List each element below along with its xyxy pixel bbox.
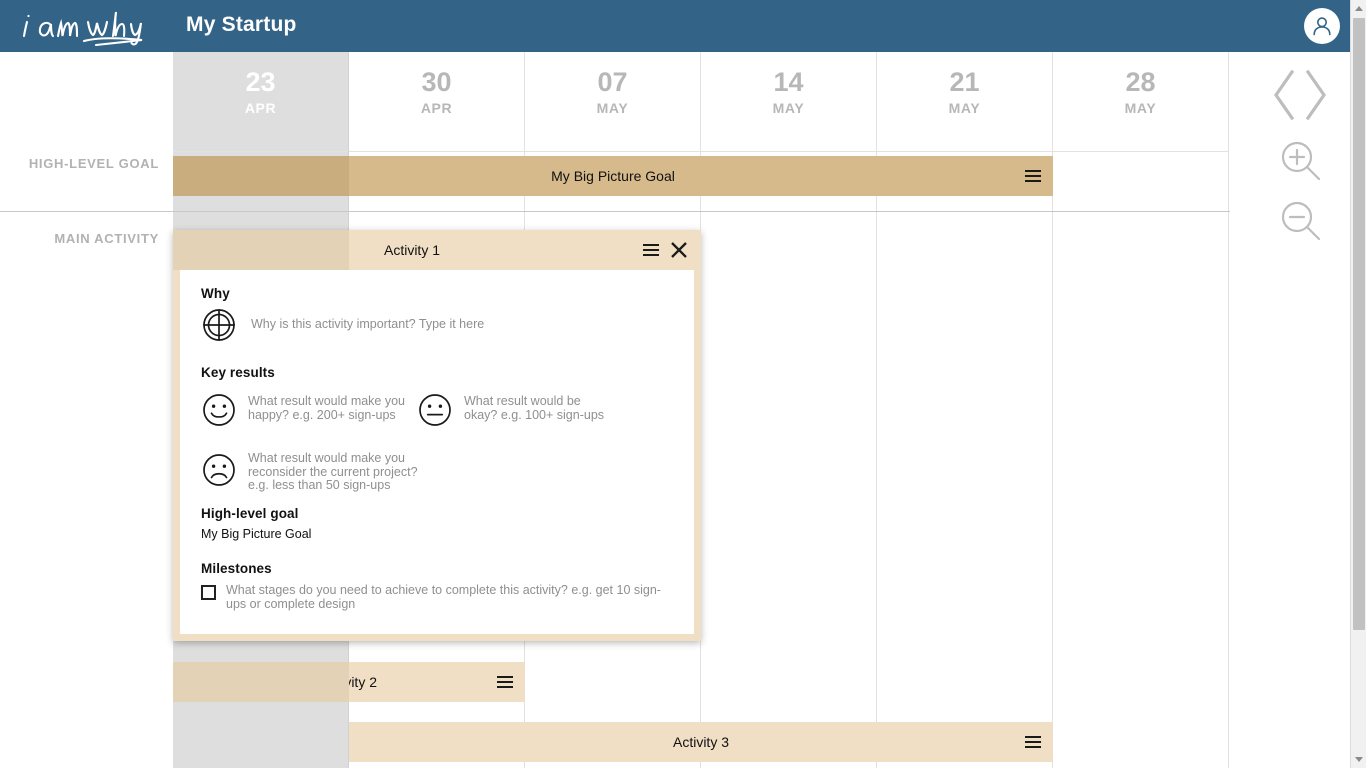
sad-face-icon bbox=[203, 454, 235, 486]
zoom-in-icon[interactable] bbox=[1278, 138, 1324, 184]
activity-card-close-button[interactable] bbox=[669, 240, 689, 260]
goal-bar-current-week-shade bbox=[173, 156, 349, 196]
why-input[interactable]: Why is this activity important? Type it … bbox=[251, 318, 484, 332]
key-results-grid: What result would make you happy? e.g. 2… bbox=[201, 386, 676, 504]
scroll-thumb[interactable] bbox=[1353, 18, 1365, 630]
target-crosshair-icon bbox=[203, 309, 235, 341]
activity-2-bar[interactable]: Activity 2 bbox=[173, 662, 525, 702]
hamburger-menu-icon bbox=[643, 243, 659, 257]
milestone-input[interactable]: What stages do you need to achieve to co… bbox=[226, 583, 676, 611]
key-result-sad: What result would make you reconsider th… bbox=[201, 451, 419, 493]
logo[interactable] bbox=[14, 4, 164, 48]
triangle-down bbox=[1355, 757, 1363, 762]
zoom-out-icon[interactable] bbox=[1278, 198, 1324, 244]
row-label-gutter: HIGH-LEVEL GOAL MAIN ACTIVITY bbox=[0, 52, 173, 768]
why-row: Why is this activity important? Type it … bbox=[201, 307, 676, 343]
activity-card-header[interactable]: Activity 1 bbox=[173, 230, 701, 270]
close-icon bbox=[671, 242, 687, 258]
activity-3-bar[interactable]: Activity 3 bbox=[349, 722, 1053, 762]
chevron-left-icon[interactable] bbox=[1271, 67, 1297, 123]
activity-2-menu-button[interactable] bbox=[495, 674, 515, 690]
key-result-sad-input[interactable]: What result would make you reconsider th… bbox=[248, 451, 419, 493]
activity-card-menu-button[interactable] bbox=[641, 242, 661, 258]
key-result-happy-input[interactable]: What result would make you happy? e.g. 2… bbox=[248, 392, 409, 422]
hamburger-menu-icon bbox=[1025, 735, 1041, 749]
milestone-row: What stages do you need to achieve to co… bbox=[201, 583, 676, 611]
activity-card-header-actions bbox=[641, 230, 689, 270]
triangle-up bbox=[1355, 6, 1363, 11]
activity-detail-card: Activity 1 Why Why is this activity impo… bbox=[173, 230, 701, 641]
why-heading: Why bbox=[201, 286, 230, 301]
handwritten-logo-icon bbox=[22, 11, 143, 47]
row-label-main-activity: MAIN ACTIVITY bbox=[54, 231, 159, 246]
chevron-right-icon[interactable] bbox=[1303, 67, 1329, 123]
milestones-heading: Milestones bbox=[201, 561, 272, 576]
vertical-scrollbar[interactable] bbox=[1350, 0, 1366, 768]
scroll-up-arrow-icon[interactable] bbox=[1351, 0, 1366, 17]
key-result-happy: What result would make you happy? e.g. 2… bbox=[201, 392, 409, 428]
checkbox-unchecked-icon[interactable] bbox=[201, 585, 216, 600]
key-result-neutral-input[interactable]: What result would be okay? e.g. 100+ sig… bbox=[464, 392, 617, 422]
activity-3-bar-label: Activity 3 bbox=[672, 734, 729, 750]
key-results-heading: Key results bbox=[201, 365, 275, 380]
user-avatar-icon bbox=[1313, 17, 1331, 36]
hamburger-menu-icon bbox=[1025, 169, 1041, 183]
high-level-goal-heading: High-level goal bbox=[201, 506, 299, 521]
scroll-down-arrow-icon[interactable] bbox=[1351, 751, 1366, 768]
neutral-face-icon bbox=[419, 394, 451, 426]
hamburger-menu-icon bbox=[497, 675, 513, 689]
why-section: Why Why is this activity important? Type… bbox=[201, 286, 676, 343]
row-label-high-level-goal: HIGH-LEVEL GOAL bbox=[28, 156, 159, 171]
app-root: My Startup HIGH-LEVEL GOAL MAIN ACTIVITY… bbox=[0, 0, 1366, 768]
view-controls bbox=[1252, 62, 1348, 262]
page-title: My Startup bbox=[186, 13, 297, 36]
avatar[interactable] bbox=[1304, 8, 1340, 44]
high-level-goal-menu-button[interactable] bbox=[1023, 168, 1043, 184]
top-bar: My Startup bbox=[0, 0, 1366, 52]
key-results-section: Key results What result would make you h… bbox=[201, 365, 676, 504]
activity-2-current-week-shade bbox=[173, 662, 349, 702]
high-level-goal-bar[interactable]: My Big Picture Goal bbox=[173, 156, 1053, 196]
activity-card-body: Why Why is this activity important? Type… bbox=[180, 270, 694, 634]
key-result-neutral: What result would be okay? e.g. 100+ sig… bbox=[417, 392, 617, 428]
milestones-section: Milestones What stages do you need to ac… bbox=[201, 561, 676, 611]
happy-face-icon bbox=[203, 394, 235, 426]
activity-3-menu-button[interactable] bbox=[1023, 734, 1043, 750]
activity-card-title: Activity 1 bbox=[383, 242, 440, 258]
high-level-goal-value[interactable]: My Big Picture Goal bbox=[201, 527, 676, 541]
timeline-nav bbox=[1252, 62, 1348, 128]
high-level-goal-section: High-level goal My Big Picture Goal bbox=[201, 506, 676, 541]
